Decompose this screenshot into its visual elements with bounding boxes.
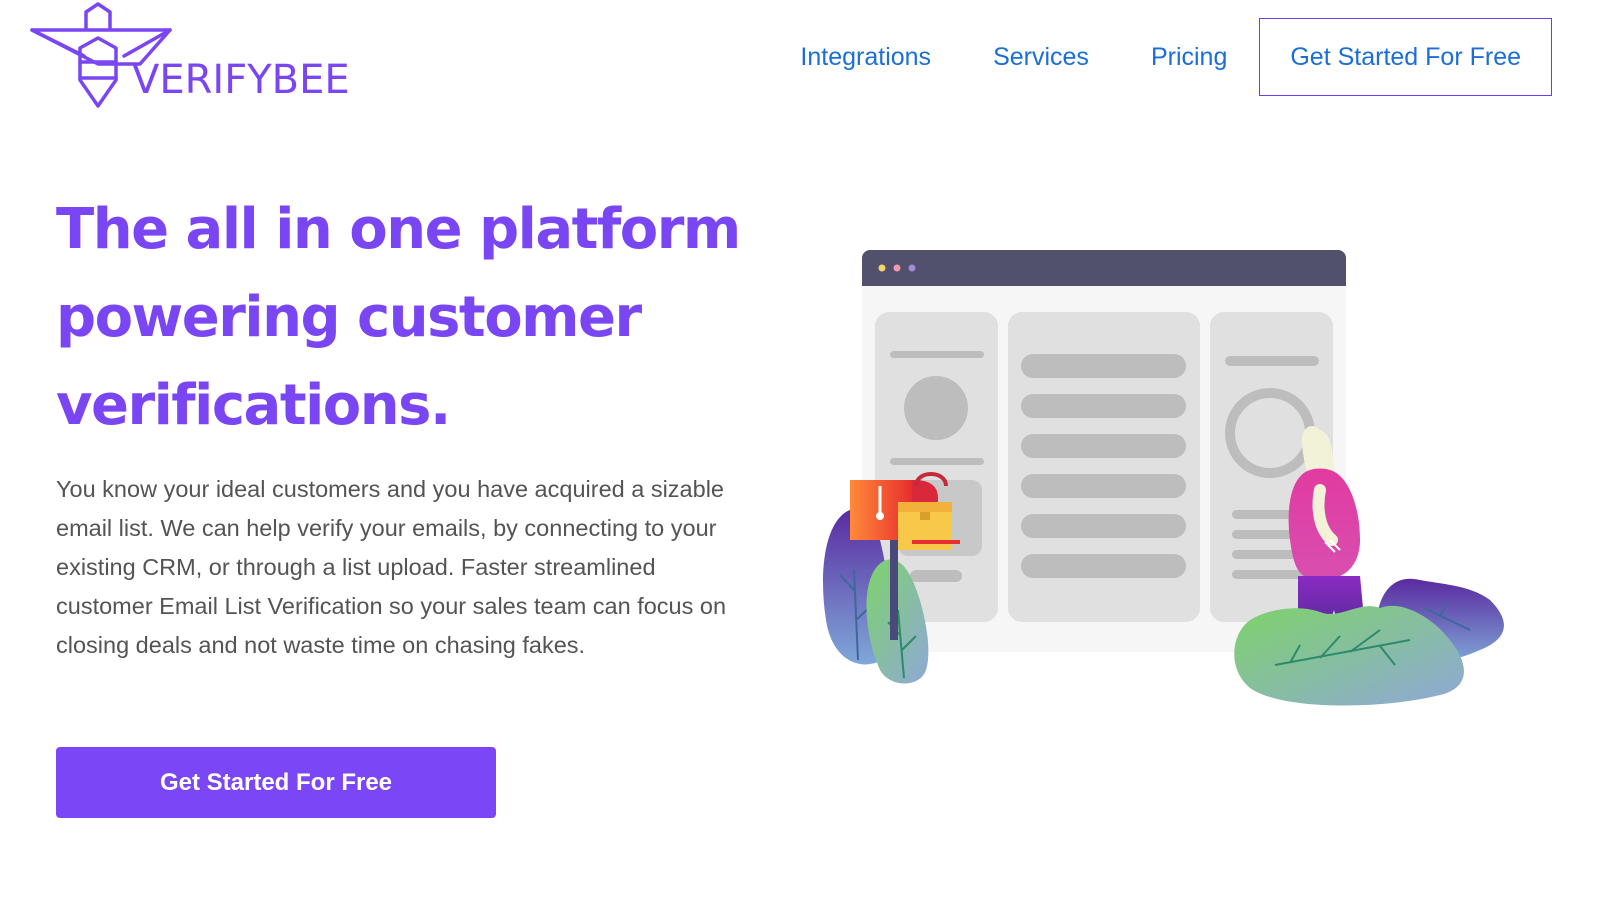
hero-title-line-1: The all in one platform (56, 197, 741, 262)
browser-window-illustration-icon (823, 250, 1504, 706)
hero-title: The all in one platform powering custome… (56, 186, 776, 450)
nav-link-pricing[interactable]: Pricing (1151, 43, 1227, 72)
nav-link-integrations[interactable]: Integrations (800, 43, 931, 72)
top-nav: Integrations Services Pricing Get Starte… (800, 18, 1552, 96)
hero-title-line-2: powering customer (56, 285, 642, 350)
brand-logo[interactable]: VERIFYBEE (28, 0, 350, 115)
hero-illustration (820, 240, 1520, 720)
hero-get-started-button[interactable]: Get Started For Free (56, 747, 496, 818)
nav-link-services[interactable]: Services (993, 43, 1089, 72)
hero-description: You know your ideal customers and you ha… (56, 476, 727, 658)
hero-title-line-3: verifications. (56, 373, 451, 438)
brand-name: VERIFYBEE (132, 57, 350, 103)
nav-get-started-button[interactable]: Get Started For Free (1259, 18, 1552, 96)
